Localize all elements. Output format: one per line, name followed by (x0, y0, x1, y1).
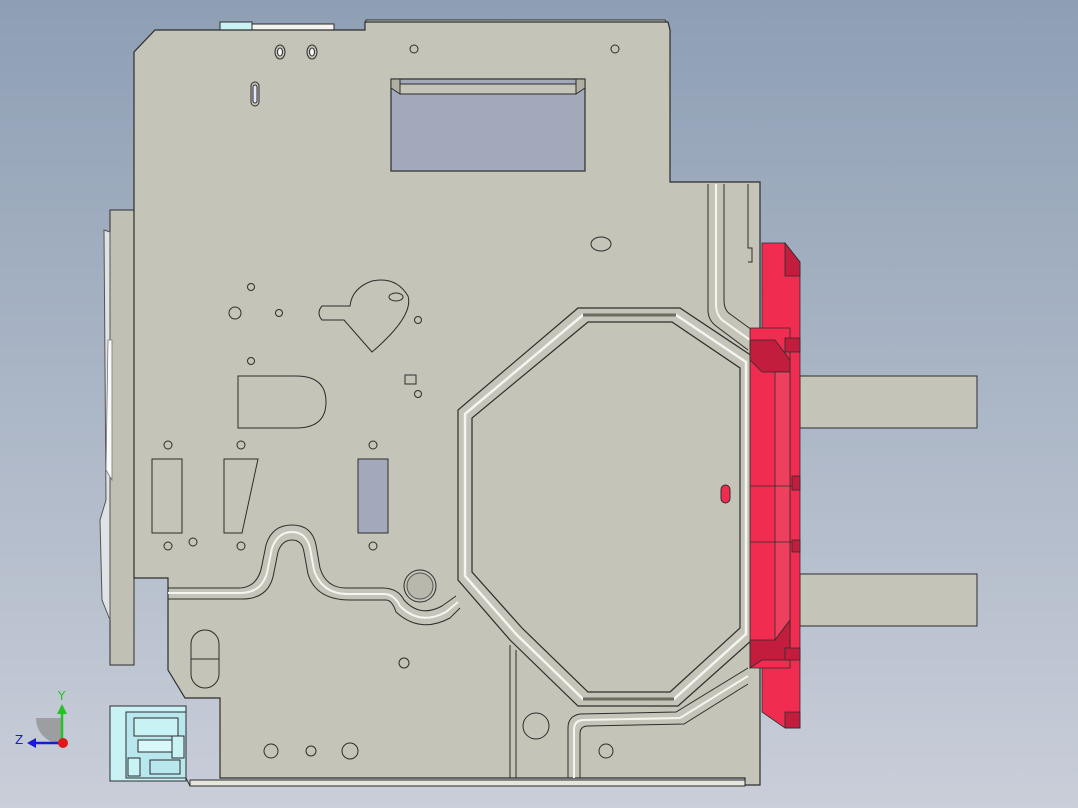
round-boss (403, 569, 437, 603)
oval-slot (190, 629, 220, 689)
cad-graphics-viewport[interactable]: Y Z (0, 0, 1078, 808)
bottom-flange (189, 779, 746, 787)
red-slot (720, 484, 731, 504)
model-canvas[interactable]: Y Z (0, 0, 1078, 808)
x-axis-dot (58, 738, 68, 748)
y-axis-label: Y (57, 689, 66, 703)
top-window-cutout (390, 78, 586, 172)
left-side-flange (99, 209, 135, 666)
d-shaped-cutout (237, 375, 327, 429)
z-axis-label: Z (15, 733, 23, 747)
